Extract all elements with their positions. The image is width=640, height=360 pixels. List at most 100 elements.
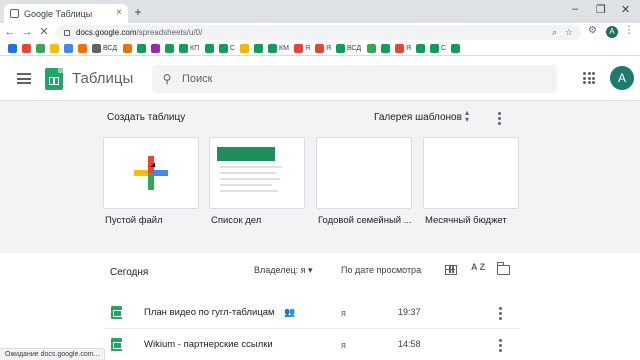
file-more-icon[interactable]: [499, 307, 503, 322]
bookmark-label: ВСД: [103, 45, 118, 52]
bookmark-favicon-icon: [381, 44, 390, 53]
bookmark-item[interactable]: Я: [395, 43, 411, 54]
recent-files: Сегодня Владелец: я ▾ По дате просмотра …: [0, 253, 640, 360]
bookmark-item[interactable]: ВСД: [92, 43, 117, 54]
bookmark-label: Я: [305, 45, 311, 52]
grid-view-icon[interactable]: [445, 265, 457, 275]
bookmark-item[interactable]: [205, 43, 216, 54]
bookmark-favicon-icon: [240, 44, 249, 53]
template-blank[interactable]: [103, 137, 199, 209]
search-input[interactable]: [182, 73, 542, 85]
file-name[interactable]: План видео по гугл-таблицам: [144, 307, 275, 318]
bookmark-label: КП: [190, 45, 200, 52]
address-bar[interactable]: docs.google.com /spreadsheets/u/0/ ☆ ⌕: [56, 25, 581, 40]
tab-close-icon[interactable]: ×: [116, 7, 122, 18]
section-title-today: Сегодня: [110, 267, 149, 278]
search-box[interactable]: ⚲: [152, 65, 557, 93]
maximize-button[interactable]: ❐: [596, 3, 606, 16]
owner-filter-dropdown[interactable]: Владелец: я ▾: [254, 265, 313, 276]
template-blank-label: Пустой файл: [105, 215, 163, 226]
bookmark-item[interactable]: [8, 43, 19, 54]
template-gallery: Создать таблицу Галерея шаблонов ▴ ▾ Пуст…: [0, 101, 640, 253]
file-last-opened: 14:58: [398, 339, 421, 349]
app-title[interactable]: Таблицы: [72, 70, 133, 87]
bookmark-label: С: [441, 45, 447, 52]
bookmark-favicon-icon: [123, 44, 132, 53]
account-avatar[interactable]: A: [610, 66, 634, 90]
bookmark-item[interactable]: Я: [315, 43, 331, 54]
template-monthly-budget[interactable]: [423, 137, 519, 209]
bookmark-favicon-icon: [336, 44, 345, 53]
bookmark-item[interactable]: КМ: [268, 43, 289, 54]
bookmark-favicon-icon: [8, 44, 17, 53]
bookmark-item[interactable]: [137, 43, 148, 54]
bookmark-item[interactable]: [165, 43, 176, 54]
extension-icon[interactable]: ⚙: [588, 25, 597, 36]
bookmark-item[interactable]: [367, 43, 378, 54]
bookmark-label: ВСД: [347, 45, 362, 52]
sort-by-viewed-button[interactable]: По дате просмотра: [341, 265, 421, 275]
template-todo-label: Список дел: [211, 215, 262, 226]
lock-icon: [64, 29, 70, 36]
file-more-icon[interactable]: [499, 339, 503, 354]
bookmark-item[interactable]: [22, 43, 33, 54]
bookmark-item[interactable]: [50, 43, 61, 54]
bookmark-item[interactable]: КП: [179, 43, 199, 54]
main-menu-icon[interactable]: [17, 73, 31, 84]
todo-thumbnail-header: [217, 147, 275, 161]
bookmark-favicon-icon: [367, 44, 376, 53]
sheets-file-icon: [111, 338, 122, 351]
url-host: docs.google.com: [76, 28, 137, 37]
url-path: /spreadsheets/u/0/: [136, 28, 203, 37]
star-icon[interactable]: ☆: [565, 27, 573, 38]
bookmark-favicon-icon: [165, 44, 174, 53]
bookmark-favicon-icon: [219, 44, 228, 53]
status-bar: Ожидание docs.google.com...: [0, 348, 106, 360]
browser-menu-icon[interactable]: ⋮: [624, 25, 634, 36]
folder-picker-icon[interactable]: [496, 262, 510, 275]
bookmark-favicon-icon: [36, 44, 45, 53]
search-icon[interactable]: ⚲: [152, 72, 182, 86]
bookmark-item[interactable]: [64, 43, 75, 54]
sheets-logo-icon[interactable]: [45, 68, 63, 90]
template-monthly-budget-label: Месячный бюджет: [425, 215, 507, 226]
bookmark-favicon-icon: [50, 44, 59, 53]
stop-icon[interactable]: ✕: [38, 25, 50, 39]
browser-tab[interactable]: Google Таблицы ×: [4, 4, 128, 23]
google-apps-icon[interactable]: [583, 72, 595, 84]
bookmark-item[interactable]: С: [219, 43, 235, 54]
bookmarks-bar: ВСД КП С КМ Я Я ВСД Я С: [0, 41, 640, 56]
sort-az-icon[interactable]: A Z: [471, 262, 485, 272]
bookmark-item[interactable]: [123, 43, 134, 54]
chevron-down-icon: ▾: [308, 265, 313, 275]
file-name[interactable]: Wikium - партнерские ссылки: [144, 339, 273, 350]
browser-profile-avatar[interactable]: A: [606, 26, 618, 38]
file-owner: я: [341, 308, 346, 318]
template-gallery-button[interactable]: Галерея шаблонов: [374, 112, 462, 123]
close-window-button[interactable]: ✕: [621, 3, 630, 16]
bookmark-item[interactable]: ВСД: [336, 43, 361, 54]
file-row[interactable]: План видео по гугл-таблицам 👥 я 19:37: [0, 299, 640, 327]
minimize-button[interactable]: –: [572, 3, 578, 15]
bookmark-favicon-icon: [430, 44, 439, 53]
bookmark-item[interactable]: Я: [294, 43, 310, 54]
template-annual-budget[interactable]: [316, 137, 412, 209]
bookmark-item[interactable]: [36, 43, 47, 54]
bookmark-item[interactable]: [151, 43, 162, 54]
unfold-icon[interactable]: ▴ ▾: [462, 109, 472, 124]
forward-icon[interactable]: →: [21, 25, 33, 39]
bookmark-item[interactable]: [240, 43, 251, 54]
new-tab-button[interactable]: +: [132, 6, 144, 18]
bookmark-item[interactable]: [451, 43, 462, 54]
zoom-icon[interactable]: ⌕: [552, 27, 557, 38]
back-icon[interactable]: ←: [4, 25, 16, 39]
bookmark-item[interactable]: [381, 43, 392, 54]
gallery-more-icon[interactable]: [498, 112, 502, 127]
template-todo[interactable]: [209, 137, 305, 209]
bookmark-item[interactable]: С: [430, 43, 446, 54]
bookmark-favicon-icon: [294, 44, 303, 53]
bookmark-favicon-icon: [416, 44, 425, 53]
bookmark-item[interactable]: [254, 43, 265, 54]
bookmark-item[interactable]: [416, 43, 427, 54]
bookmark-item[interactable]: [78, 43, 89, 54]
